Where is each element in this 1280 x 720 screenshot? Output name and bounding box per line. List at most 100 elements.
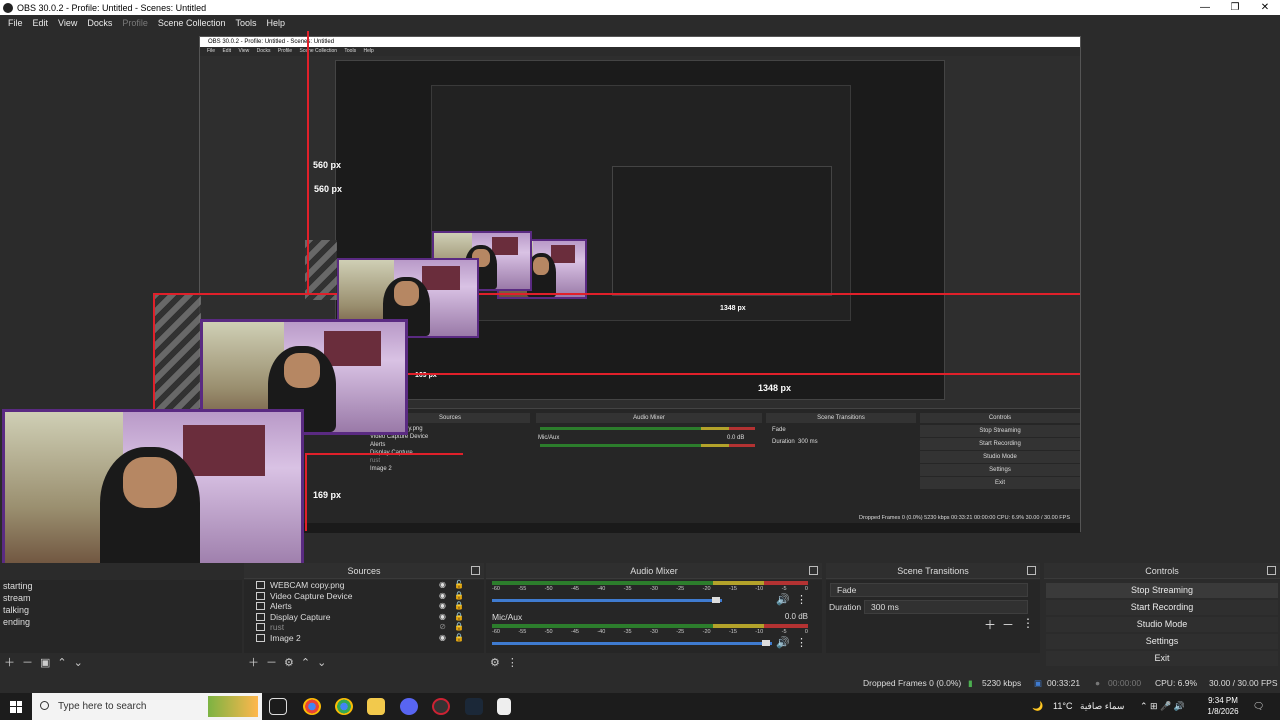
transition-menu-icon[interactable]: ⋮	[1022, 616, 1034, 630]
hidden-source-icon	[256, 623, 265, 631]
scene-item[interactable]: stream	[0, 592, 242, 604]
undock-icon[interactable]	[471, 566, 480, 575]
lock-icon[interactable]: 🔒	[454, 591, 464, 602]
speaker-icon[interactable]: 🔊	[776, 636, 790, 649]
clock[interactable]: 9:34 PM 1/8/2026	[1200, 695, 1246, 717]
move-down-icon[interactable]: ⌄	[74, 656, 83, 669]
weather-temp[interactable]: 11°C	[1053, 693, 1072, 720]
taskbar-search[interactable]: Type here to search	[32, 693, 262, 720]
transition-select[interactable]: Fade	[830, 583, 1028, 597]
volume-slider[interactable]	[492, 642, 772, 645]
scene-list[interactable]: starting stream talking ending	[0, 580, 242, 653]
volume-slider-handle[interactable]	[712, 597, 720, 603]
menu-docks[interactable]: Docks	[82, 18, 117, 28]
source-item[interactable]: WEBCAM copy.png ◉ 🔓	[244, 580, 484, 591]
task-view-icon[interactable]	[269, 698, 287, 715]
source-list[interactable]: WEBCAM copy.png ◉ 🔓 Video Capture Device ◉ 🔒…	[244, 580, 484, 653]
undock-icon[interactable]	[809, 566, 818, 575]
undock-icon[interactable]	[1027, 566, 1036, 575]
menu-tools[interactable]: Tools	[230, 18, 261, 28]
obs-icon[interactable]	[432, 698, 450, 715]
move-up-icon[interactable]: ⌃	[57, 656, 66, 669]
eye-icon[interactable]: ◉	[439, 591, 446, 602]
menu-scene-collection[interactable]: Scene Collection	[153, 18, 231, 28]
move-down-icon[interactable]: ⌄	[317, 656, 326, 669]
lock-icon[interactable]: 🔓	[454, 580, 464, 591]
nested-menu-scene-collection: Scene Collection	[299, 48, 338, 54]
advanced-audio-gear-icon[interactable]: ⚙	[490, 656, 500, 669]
preview-canvas[interactable]: OBS 30.0.2 - Profile: Untitled - Scenes:…	[0, 31, 1280, 563]
source-item[interactable]: Image 2 ◉ 🔒	[244, 633, 484, 644]
weather-desc[interactable]: سماء صافية	[1080, 693, 1124, 720]
chrome-profile-icon[interactable]	[335, 698, 353, 715]
scene-item[interactable]: talking	[0, 604, 242, 616]
gear-icon[interactable]: ⚙	[284, 656, 294, 669]
duration-input[interactable]: 300 ms	[864, 600, 1028, 614]
chrome-icon[interactable]	[303, 698, 321, 715]
menu-view[interactable]: View	[53, 18, 82, 28]
weather-icon[interactable]: 🌙	[1032, 693, 1043, 720]
nested-controls: Stop Streaming Start Recording Studio Mo…	[920, 425, 1080, 490]
filters-icon[interactable]: ▣	[40, 656, 50, 669]
studio-mode-button[interactable]: Studio Mode	[1046, 617, 1278, 632]
remove-scene-icon[interactable]: －	[22, 654, 33, 670]
menu-edit[interactable]: Edit	[28, 18, 54, 28]
eye-off-icon[interactable]: ⊘	[439, 622, 446, 633]
meter-scale: -60 -55 -50 -45 -40 -35 -30 -25 -20 -15 -10 -5 0	[492, 629, 808, 636]
scene-item[interactable]: ending	[0, 616, 242, 628]
tick: -30	[649, 629, 658, 635]
more-options-icon[interactable]: ⋮	[796, 636, 807, 649]
remove-transition-icon[interactable]: －	[1002, 616, 1014, 633]
volume-slider[interactable]	[492, 599, 722, 602]
close-icon[interactable]: ✕	[1250, 2, 1280, 13]
lock-icon[interactable]: 🔒	[454, 622, 464, 633]
lock-icon[interactable]: 🔒	[454, 633, 464, 644]
notification-icon[interactable]: 🗨	[1253, 693, 1264, 720]
source-item[interactable]: Display Capture ◉ 🔒	[244, 612, 484, 623]
scene-item[interactable]: starting	[0, 580, 242, 592]
maximize-icon[interactable]: ❐	[1220, 2, 1250, 13]
menu-profile[interactable]: Profile	[117, 18, 153, 28]
start-recording-button[interactable]: Start Recording	[1046, 600, 1278, 615]
more-options-icon[interactable]: ⋮	[796, 593, 807, 606]
lock-icon[interactable]: 🔒	[454, 612, 464, 623]
steam-icon[interactable]	[465, 698, 483, 715]
stop-streaming-button[interactable]: Stop Streaming	[1046, 583, 1278, 598]
mixer-menu-icon[interactable]: ⋮	[507, 656, 518, 669]
tick: -40	[597, 629, 606, 635]
eye-icon[interactable]: ◉	[439, 612, 446, 623]
volume-slider-handle[interactable]	[762, 640, 770, 646]
source-item[interactable]: rust ⊘ 🔒	[244, 622, 484, 633]
chrome-alt-icon[interactable]	[400, 698, 418, 715]
menu-help[interactable]: Help	[261, 18, 290, 28]
eye-icon[interactable]: ◉	[439, 601, 446, 612]
add-transition-icon[interactable]: ＋	[984, 616, 996, 633]
webcam-feed-main[interactable]	[2, 409, 304, 563]
source-item[interactable]: Alerts ◉ 🔒	[244, 601, 484, 612]
exit-button[interactable]: Exit	[1046, 651, 1278, 666]
move-up-icon[interactable]: ⌃	[301, 656, 310, 669]
source-item[interactable]: Video Capture Device ◉ 🔒	[244, 591, 484, 602]
record-time: 00:00:00	[1108, 678, 1142, 688]
file-explorer-icon[interactable]	[367, 698, 385, 715]
nested-menu-file: File	[207, 48, 216, 54]
source-name: Display Capture	[270, 611, 331, 622]
remove-source-icon[interactable]: －	[266, 654, 277, 670]
lock-icon[interactable]: 🔒	[454, 601, 464, 612]
start-button[interactable]	[0, 693, 32, 720]
eye-icon[interactable]: ◉	[439, 580, 446, 591]
settings-button[interactable]: Settings	[1046, 634, 1278, 649]
add-source-icon[interactable]: ＋	[248, 654, 259, 670]
measure-label-560: 560 px	[314, 184, 343, 194]
speaker-icon[interactable]: 🔊	[776, 593, 790, 606]
notepad-icon[interactable]	[497, 698, 511, 715]
add-scene-icon[interactable]: ＋	[4, 654, 15, 670]
eye-icon[interactable]: ◉	[439, 633, 446, 644]
minimize-icon[interactable]: —	[1190, 2, 1220, 13]
undock-icon[interactable]	[1267, 566, 1276, 575]
menu-file[interactable]: File	[3, 18, 28, 28]
tray-icons[interactable]: ⌃ ⊞ 🎤 🔊	[1140, 693, 1185, 720]
fps: 30.00 / 30.00 FPS	[1209, 678, 1278, 688]
dropped-frames: Dropped Frames 0 (0.0%)	[863, 678, 962, 688]
windows-taskbar: Type here to search 🌙 11°C سماء صافية ⌃ …	[0, 693, 1280, 720]
